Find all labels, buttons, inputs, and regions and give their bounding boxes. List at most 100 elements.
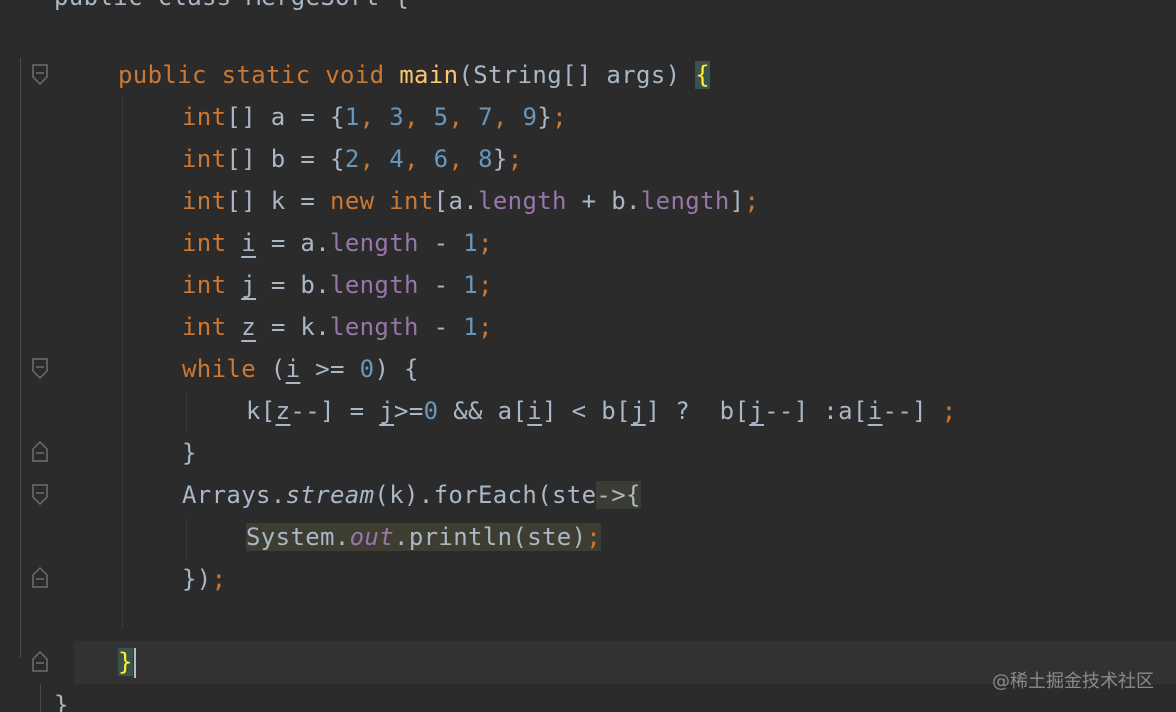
keyword: int: [182, 271, 227, 299]
code-text: = b.: [256, 271, 331, 299]
code-line-var-z[interactable]: int z = k.length - 1;: [182, 306, 493, 348]
mutable-variable: j: [630, 397, 646, 425]
number: 8: [478, 145, 493, 173]
code-text: -: [418, 271, 464, 299]
code-line-foreach[interactable]: Arrays.stream(k).forEach(ste->{: [182, 474, 641, 516]
mutable-variable: j: [379, 397, 395, 425]
fold-open-icon[interactable]: [32, 358, 48, 380]
number: 1: [344, 103, 360, 131]
code-line-method-close[interactable]: }: [118, 641, 136, 683]
semicolon: ;: [211, 565, 227, 593]
number: 0: [423, 397, 439, 425]
gutter-class-line: [40, 684, 41, 712]
keyword: int: [182, 187, 227, 215]
number: 6: [433, 145, 449, 173]
code-text: }: [54, 691, 69, 712]
number: 3: [389, 103, 405, 131]
keyword: int: [182, 313, 227, 341]
code-line-merge-step[interactable]: k[z--] = j>=0 && a[i] < b[j] ? b[j--] :a…: [246, 390, 957, 432]
code-text: ] ? b[: [645, 397, 750, 425]
static-field: out: [349, 523, 395, 551]
method-name: main: [399, 61, 459, 89]
code-text: >=: [394, 397, 424, 425]
code-text: Arrays.: [182, 481, 286, 509]
punct: ,: [359, 145, 390, 173]
mutable-variable: i: [285, 355, 301, 383]
code-text: = a.: [256, 229, 331, 257]
indent-guide: [122, 98, 123, 628]
mutable-variable: j: [241, 271, 257, 299]
code-line-array-b[interactable]: int[] b = {2, 4, 6, 8};: [182, 138, 523, 180]
code-text: -: [418, 229, 464, 257]
keyword: void: [325, 61, 385, 89]
code-text: --] =: [290, 397, 380, 425]
keyword: new: [330, 187, 375, 215]
number: 0: [359, 355, 375, 383]
code-text: = k.: [256, 313, 331, 341]
code-text: }: [182, 439, 197, 467]
code-line-array-k[interactable]: int[] k = new int[a.length + b.length];: [182, 180, 759, 222]
code-text: (k).forEach(ste: [374, 481, 597, 509]
code-line-partial-top[interactable]: public class MergeSort {: [54, 0, 409, 18]
code-text: [] k =: [226, 187, 331, 215]
semicolon: ;: [744, 187, 760, 215]
code-line-while-close[interactable]: }: [182, 432, 197, 474]
fold-close-icon[interactable]: [32, 650, 48, 672]
code-text: public class MergeSort {: [54, 0, 409, 11]
code-line-array-a[interactable]: int[] a = {1, 3, 5, 7, 9};: [182, 96, 567, 138]
code-text: (: [256, 355, 286, 383]
mutable-variable: i: [241, 229, 257, 257]
number: 1: [463, 229, 479, 257]
field-name: length: [478, 187, 567, 215]
code-line-var-j[interactable]: int j = b.length - 1;: [182, 264, 493, 306]
field-name: length: [330, 271, 419, 299]
code-text: [a.: [433, 187, 479, 215]
field-name: length: [330, 229, 419, 257]
mutable-variable: z: [275, 397, 291, 425]
semicolon: ;: [478, 229, 493, 257]
code-text: [] b = {: [226, 145, 345, 173]
code-line-main-signature[interactable]: public static void main(String[] args) {: [118, 54, 711, 96]
fold-close-icon[interactable]: [32, 566, 48, 588]
keyword: while: [182, 355, 256, 383]
indent-guide: [186, 518, 187, 558]
code-line-lambda-close[interactable]: });: [182, 558, 226, 600]
gutter: [0, 0, 74, 712]
code-text: >=: [300, 355, 360, 383]
number: 5: [433, 103, 449, 131]
fold-open-icon[interactable]: [32, 64, 48, 86]
fold-open-icon[interactable]: [32, 484, 48, 506]
indent-guide: [186, 392, 187, 432]
keyword: int: [389, 187, 434, 215]
code-line-while[interactable]: while (i >= 0) {: [182, 348, 419, 390]
keyword: int: [182, 103, 227, 131]
number: 2: [344, 145, 360, 173]
fold-close-icon[interactable]: [32, 440, 48, 462]
code-line-var-i[interactable]: int i = a.length - 1;: [182, 222, 493, 264]
keyword: static: [221, 61, 311, 89]
code-text: (String[] args): [458, 61, 696, 89]
mutable-variable: i: [527, 397, 543, 425]
matched-brace: {: [695, 61, 711, 89]
code-text: -: [418, 313, 464, 341]
punct: ,: [404, 145, 434, 173]
semicolon: ;: [552, 103, 567, 131]
code-line-println[interactable]: System.out.println(ste);: [246, 516, 602, 558]
number: 1: [463, 271, 479, 299]
code-text: }: [492, 145, 508, 173]
punct: ,: [359, 103, 390, 131]
code-line-partial-bottom[interactable]: }: [54, 684, 69, 712]
code-text: + b.: [566, 187, 641, 215]
text-caret: [133, 648, 136, 678]
keyword: int: [182, 145, 227, 173]
keyword: public: [118, 61, 207, 89]
highlighted-statement: System.out.println(ste);: [246, 523, 602, 551]
code-text: --] :a[: [764, 397, 868, 425]
code-text: ) {: [374, 355, 419, 383]
code-editor[interactable]: public class MergeSort { public static v…: [0, 0, 1176, 712]
number: 9: [522, 103, 538, 131]
code-text: ] < b[: [542, 397, 631, 425]
